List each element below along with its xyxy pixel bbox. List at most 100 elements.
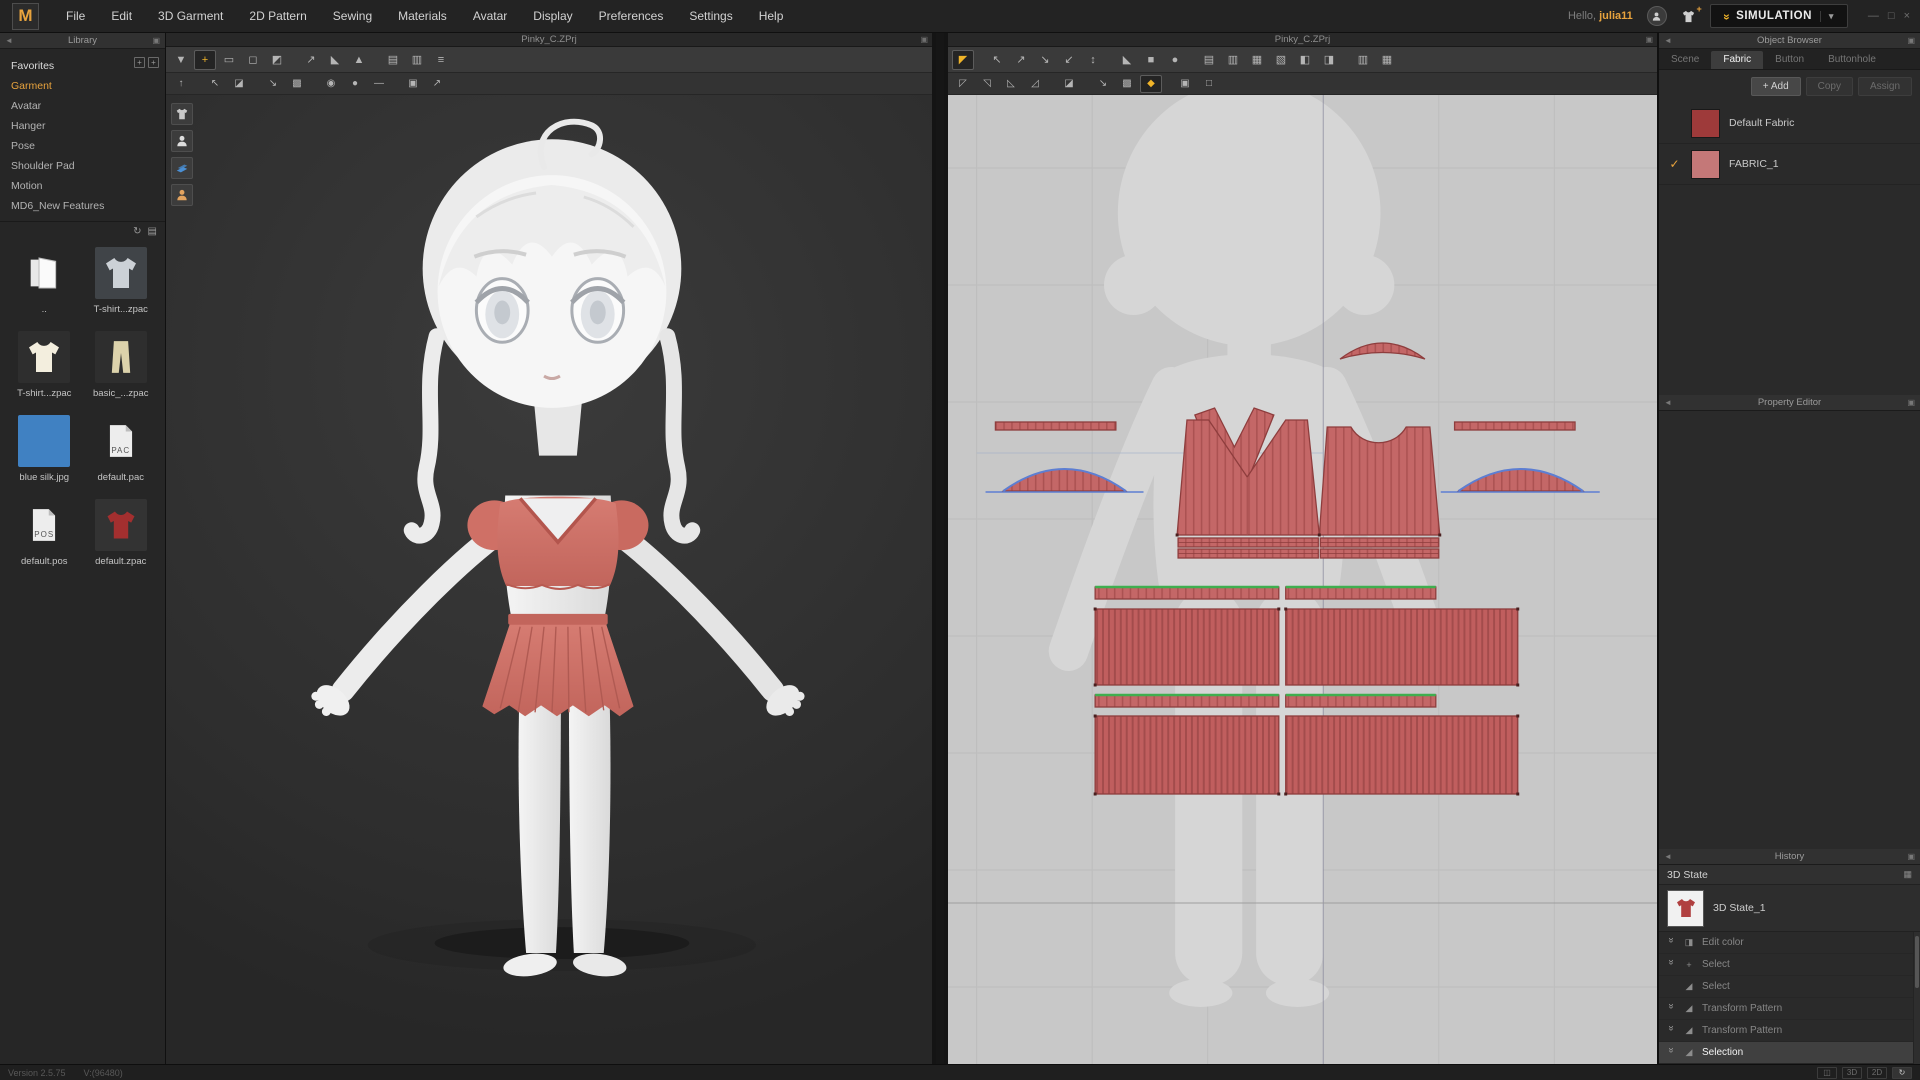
canvas-2d[interactable]	[948, 95, 1657, 1064]
3d-window-button[interactable]: 3D	[1842, 1067, 1862, 1079]
library-category-md6-new-features[interactable]: MD6_New Features	[0, 196, 165, 216]
library-item-parent-folder[interactable]: ..	[8, 247, 81, 315]
avatar-head[interactable]	[412, 122, 693, 536]
tab-scene[interactable]: Scene	[1659, 51, 1711, 69]
menu-sewing[interactable]: Sewing	[320, 9, 385, 23]
undock-icon[interactable]: ▣	[1907, 36, 1915, 45]
circle-tool[interactable]: ●	[1164, 50, 1186, 70]
pattern-piece-hem-band-left[interactable]	[1095, 695, 1279, 707]
undock-icon[interactable]: ▣	[152, 36, 160, 45]
fit-garment-tool[interactable]: ▲	[348, 50, 370, 70]
pattern-canvas[interactable]	[948, 95, 1657, 1064]
mn-free-sewing-tool[interactable]: ◿	[1024, 75, 1046, 93]
collapse-icon[interactable]: ◄	[1664, 852, 1672, 861]
seam-line-tool[interactable]: —	[368, 75, 390, 93]
menu-materials[interactable]: Materials	[385, 9, 460, 23]
select-pin-tool[interactable]: ↖	[204, 75, 226, 93]
avatar-pose-tool[interactable]: ↑	[170, 75, 192, 93]
add-garment-icon[interactable]: +	[1681, 9, 1696, 24]
edit-sewing-tool[interactable]: ◪	[1058, 75, 1080, 93]
library-category-hanger[interactable]: Hanger	[0, 116, 165, 136]
pleats-sewing-tool[interactable]: ▦	[1376, 50, 1398, 70]
pattern-piece-hem-band-right[interactable]	[1286, 695, 1436, 707]
pattern-piece-skirt-lower-right[interactable]	[1286, 716, 1518, 794]
fabric-row-fabric-1[interactable]: ✓ FABRIC_1	[1659, 144, 1920, 185]
library-item-tshirt-gray[interactable]: T-shirt...zpac	[85, 247, 158, 315]
pattern-piece-waistband-left[interactable]	[1095, 587, 1279, 599]
tab-fabric[interactable]: Fabric	[1711, 51, 1763, 69]
more-3d-tools[interactable]: ≡	[430, 50, 452, 70]
menu-2d-pattern[interactable]: 2D Pattern	[236, 9, 319, 23]
library-item-basic-pants[interactable]: basic_...zpac	[85, 331, 158, 399]
tab-buttonhole[interactable]: Buttonhole	[1816, 51, 1888, 69]
menu-help[interactable]: Help	[746, 9, 797, 23]
avatar-skirt[interactable]	[482, 614, 633, 716]
history-entry[interactable]: » + Select	[1659, 954, 1920, 976]
pin-tool[interactable]: ↗	[300, 50, 322, 70]
history-scrollbar[interactable]	[1913, 932, 1920, 1064]
add-folder-icon[interactable]: +	[148, 57, 159, 68]
close-button[interactable]: ×	[1904, 10, 1910, 22]
pattern-piece-strap-left[interactable]	[995, 422, 1115, 430]
library-category-motion[interactable]: Motion	[0, 176, 165, 196]
edit-pattern-tool[interactable]: ↖	[986, 50, 1008, 70]
canvas-3d[interactable]	[166, 95, 932, 1064]
edit-sewing-3d-tool[interactable]: ◪	[228, 75, 250, 93]
free-sewing-tool[interactable]: ◹	[976, 75, 998, 93]
rectangle-dart-tool[interactable]: ▥	[1222, 50, 1244, 70]
gizmo-arrow-tool[interactable]: ▼	[170, 50, 192, 70]
simulation-button[interactable]: » SIMULATION ▾	[1710, 4, 1848, 28]
mesh-selection-tool[interactable]: ◩	[266, 50, 288, 70]
cut-sew-tool[interactable]: ◨	[1318, 50, 1340, 70]
pattern-piece-back-bodice[interactable]	[1319, 427, 1439, 535]
lasso-selection-tool[interactable]: ◻	[242, 50, 264, 70]
split-view-button[interactable]: ◫	[1817, 1067, 1837, 1079]
rectangle-pattern-select-tool[interactable]: ▣	[1174, 75, 1196, 93]
library-item-default-pac[interactable]: PAC default.pac	[85, 415, 158, 483]
library-category-garment[interactable]: Garment	[0, 76, 165, 96]
drag-fabric-tool[interactable]: ↘	[262, 75, 284, 93]
pattern-piece-skirt-upper-right[interactable]	[1286, 609, 1518, 685]
add-button-tool[interactable]: ●	[344, 75, 366, 93]
refresh-icon[interactable]: ↻	[133, 226, 141, 237]
library-item-default-zpac[interactable]: default.zpac	[85, 499, 158, 567]
add-point-tool[interactable]: ↙	[1058, 50, 1080, 70]
history-state-item[interactable]: 3D State_1	[1659, 885, 1920, 932]
pleats-fold-tool[interactable]: ▥	[1352, 50, 1374, 70]
add-favorite-icon[interactable]: +	[134, 57, 145, 68]
history-entry[interactable]: » ◢ Transform Pattern	[1659, 1020, 1920, 1042]
select-move-tool[interactable]: +	[194, 50, 216, 70]
list-view-icon[interactable]: ▤	[148, 226, 157, 237]
mn-segment-sewing-tool[interactable]: ◺	[1000, 75, 1022, 93]
arrangement-pair-toggle[interactable]: ▥	[406, 50, 428, 70]
transform-pattern-tool[interactable]: ◤	[952, 50, 974, 70]
simulation-dropdown-icon[interactable]: ▾	[1820, 11, 1834, 22]
add-state-icon[interactable]: ▦	[1903, 869, 1912, 880]
history-entry[interactable]: ◢ Select	[1659, 976, 1920, 998]
select-button-tool[interactable]: ◉	[320, 75, 342, 93]
collapse-icon[interactable]: ◄	[5, 36, 13, 45]
texture-checker-3d-tool[interactable]: ▩	[286, 75, 308, 93]
assign-fabric-button[interactable]: Assign	[1858, 77, 1912, 96]
specify-dart-tool[interactable]: ▧	[1270, 50, 1292, 70]
add-fabric-button[interactable]: + Add	[1751, 77, 1801, 96]
minimize-button[interactable]: —	[1868, 10, 1879, 22]
copy-fabric-button[interactable]: Copy	[1806, 77, 1853, 96]
pattern-piece-skirt-lower-left[interactable]	[1095, 716, 1279, 794]
account-icon[interactable]	[1647, 6, 1667, 26]
app-logo[interactable]: M	[12, 3, 39, 30]
undock-icon[interactable]: ▣	[1907, 398, 1915, 407]
show-garment-toggle[interactable]	[171, 103, 193, 125]
polygon-tool[interactable]: ◣	[1116, 50, 1138, 70]
history-entry[interactable]: » ◨ Edit color	[1659, 932, 1920, 954]
dart-tool[interactable]: ▤	[1198, 50, 1220, 70]
library-item-default-pos[interactable]: POS default.pos	[8, 499, 81, 567]
sync-button[interactable]: ↻	[1892, 1067, 1912, 1079]
library-category-pose[interactable]: Pose	[0, 136, 165, 156]
undock-icon[interactable]: ▣	[920, 33, 928, 47]
edit-round-corner-tool[interactable]: ↕	[1082, 50, 1104, 70]
stamp-tool[interactable]: ▣	[402, 75, 424, 93]
pattern-piece-waistband-right[interactable]	[1286, 587, 1436, 599]
avatar-crop-top[interactable]	[467, 497, 648, 589]
edit-curve-point-tool[interactable]: ↘	[1034, 50, 1056, 70]
